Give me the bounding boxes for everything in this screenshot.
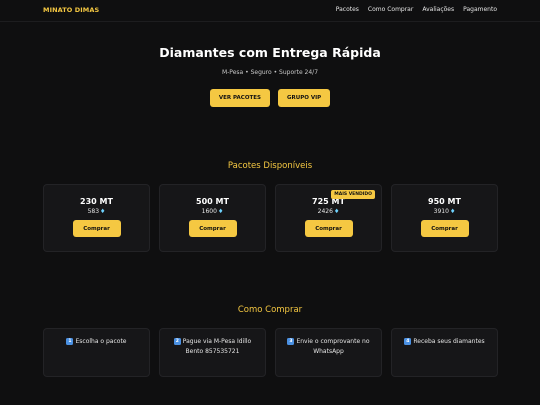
step-text: Pague via M-Pesa Idillo Bento 857535721 bbox=[182, 338, 252, 355]
buy-button[interactable]: Comprar bbox=[188, 220, 237, 237]
step-text: Envie o comprovante no WhatsApp bbox=[296, 338, 370, 355]
nav-link-como-comprar[interactable]: Como Comprar bbox=[368, 6, 413, 13]
gem-icon: ♦ bbox=[449, 208, 456, 215]
package-diamonds: 583 ♦ bbox=[88, 208, 106, 215]
package-card: 950 MT 3910 ♦ Comprar bbox=[391, 184, 498, 252]
step-card: 2 Pague via M-Pesa Idillo Bento 857535721 bbox=[159, 328, 266, 377]
keycap-number-icon: 3 bbox=[287, 338, 295, 345]
hero-title: Diamantes com Entrega Rápida bbox=[159, 45, 381, 60]
buy-button[interactable]: Comprar bbox=[304, 220, 353, 237]
package-card: 500 MT 1600 ♦ Comprar bbox=[159, 184, 266, 252]
package-diamonds: 3910 ♦ bbox=[434, 208, 456, 215]
how-to-buy-steps: 1 Escolha o pacote 2 Pague via M-Pesa Idil… bbox=[43, 328, 498, 377]
best-seller-badge: MAIS VENDIDO bbox=[331, 190, 375, 199]
buy-button[interactable]: Comprar bbox=[72, 220, 121, 237]
gem-icon: ♦ bbox=[333, 208, 340, 215]
step-card: 1 Escolha o pacote bbox=[43, 328, 150, 377]
top-navbar: MINATO DIMAS Pacotes Como Comprar Avalia… bbox=[0, 0, 540, 22]
keycap-number-icon: 4 bbox=[404, 338, 412, 345]
how-to-buy-section-title: Como Comprar bbox=[237, 305, 303, 315]
gem-icon: ♦ bbox=[100, 208, 106, 215]
package-price: 950 MT bbox=[428, 197, 461, 206]
step-text: Receba seus diamantes bbox=[413, 338, 485, 345]
keycap-number-icon: 1 bbox=[66, 338, 74, 345]
nav-link-pacotes[interactable]: Pacotes bbox=[336, 6, 359, 13]
nav-link-avaliacoes[interactable]: Avaliações bbox=[422, 6, 454, 13]
hero-buttons: VER PACOTES GRUPO VIP bbox=[0, 89, 540, 107]
package-price: 500 MT bbox=[196, 197, 229, 206]
buy-button[interactable]: Comprar bbox=[420, 220, 469, 237]
diamond-count: 583 bbox=[87, 208, 100, 215]
diamond-count: 1600 bbox=[201, 208, 217, 215]
view-packages-button[interactable]: VER PACOTES bbox=[209, 89, 270, 107]
packages-grid: 230 MT 583 ♦ Comprar 500 MT 1600 ♦ Comprar… bbox=[43, 184, 498, 252]
package-card: 230 MT 583 ♦ Comprar bbox=[43, 184, 150, 252]
gem-icon: ♦ bbox=[217, 208, 224, 215]
vip-group-button[interactable]: GRUPO VIP bbox=[277, 89, 331, 107]
package-diamonds: 1600 ♦ bbox=[202, 208, 224, 215]
hero-subtitle: M-Pesa • Seguro • Suporte 24/7 bbox=[221, 69, 319, 76]
step-card: 4 Receba seus diamantes bbox=[391, 328, 498, 377]
package-diamonds: 2426 ♦ bbox=[318, 208, 340, 215]
step-card: 3 Envie o comprovante no WhatsApp bbox=[275, 328, 382, 377]
keycap-number-icon: 2 bbox=[173, 338, 181, 345]
nav-links: Pacotes Como Comprar Avaliações Pagament… bbox=[336, 6, 497, 13]
step-text: Escolha o pacote bbox=[75, 338, 127, 345]
brand-logo-text[interactable]: MINATO DIMAS bbox=[43, 6, 99, 14]
packages-section-title: Pacotes Disponíveis bbox=[227, 161, 313, 171]
nav-link-pagamento[interactable]: Pagamento bbox=[463, 6, 497, 13]
package-price: 230 MT bbox=[80, 197, 113, 206]
diamond-count: 3910 bbox=[433, 208, 449, 215]
diamond-count: 2426 bbox=[317, 208, 333, 215]
package-card: MAIS VENDIDO 725 MT 2426 ♦ Comprar bbox=[275, 184, 382, 252]
